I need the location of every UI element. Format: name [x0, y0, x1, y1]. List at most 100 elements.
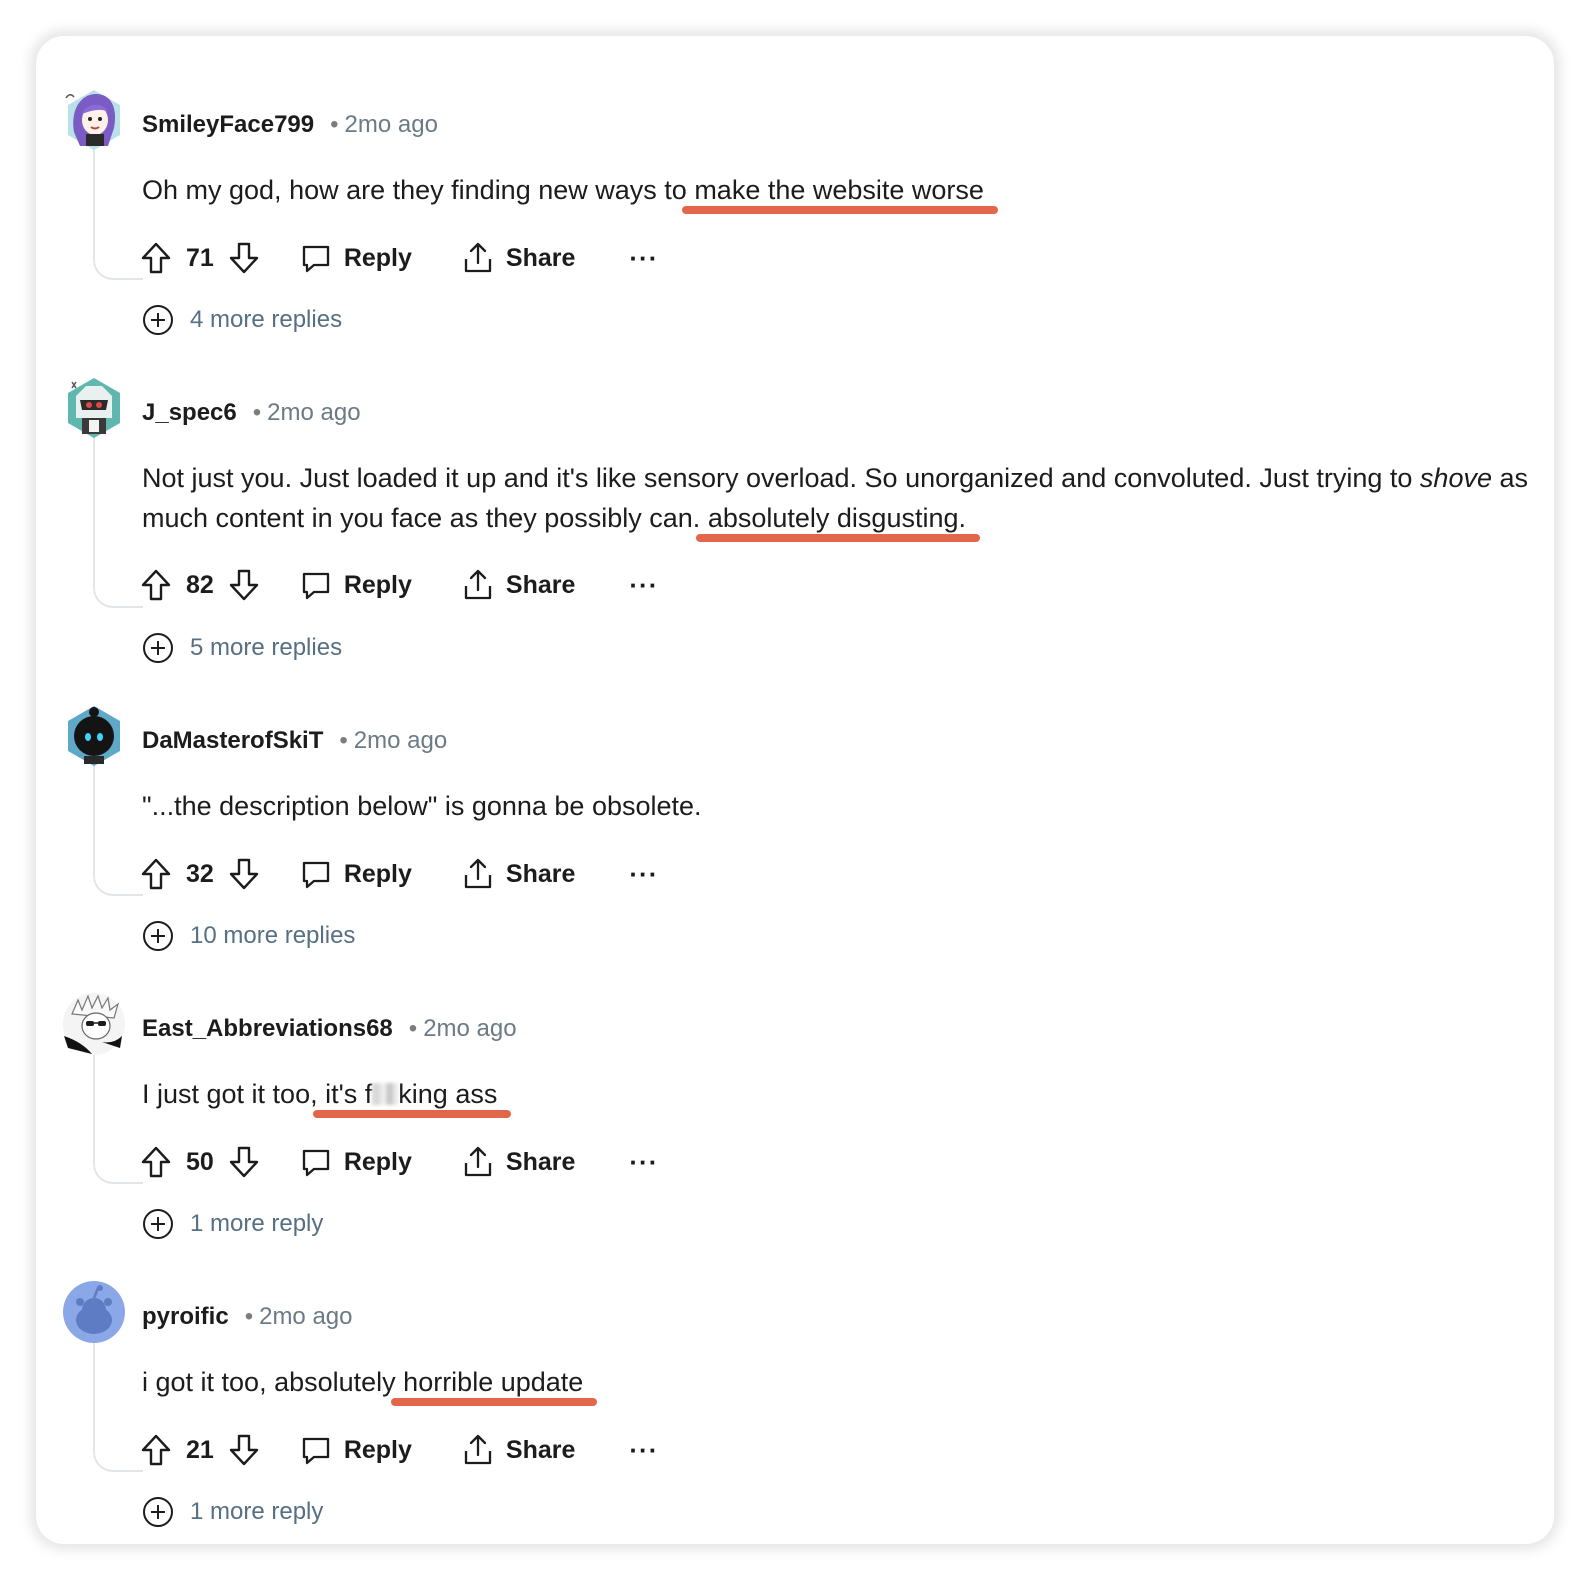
share-upload-icon	[464, 569, 492, 600]
comment-meta: DaMasterofSkiT • 2mo ago	[142, 724, 447, 758]
more-options-button[interactable]: ···	[629, 243, 658, 274]
upvote-button[interactable]	[140, 241, 172, 275]
plus-circle-icon	[142, 1496, 174, 1528]
highlighted-text-start: it's f	[325, 1079, 373, 1109]
avatar[interactable]	[62, 704, 126, 768]
comment: East_Abbreviations68 • 2mo ago I just got …	[36, 966, 1554, 1256]
comment-meta: East_Abbreviations68 • 2mo ago	[142, 1012, 517, 1046]
reply-button[interactable]: Reply	[300, 1146, 412, 1178]
share-button[interactable]: Share	[462, 857, 575, 891]
share-label: Share	[505, 243, 576, 272]
upvote-button[interactable]	[140, 857, 172, 891]
comment: J_spec6 • 2mo ago Not just you. Just loade…	[36, 350, 1554, 664]
more-options-button[interactable]: ···	[629, 570, 658, 601]
timestamp[interactable]: 2mo ago	[423, 1015, 516, 1042]
default-snoo-avatar	[63, 1281, 125, 1343]
plus-circle-icon	[142, 632, 174, 664]
thread-line[interactable]	[93, 1038, 143, 1184]
comment-body: I just got it too, it's f king ass	[142, 1074, 1542, 1114]
separator-dot: •	[244, 1303, 254, 1330]
username[interactable]: DaMasterofSkiT	[142, 727, 323, 754]
downvote-button[interactable]	[228, 1145, 260, 1179]
upvote-button[interactable]	[140, 568, 172, 602]
more-replies-label: 1 more reply	[190, 1210, 324, 1237]
purple-haired-girl-avatar	[65, 90, 120, 150]
thread-line[interactable]	[93, 1326, 143, 1472]
more-options-button[interactable]: ···	[629, 1435, 658, 1466]
username[interactable]: J_spec6	[142, 399, 237, 426]
more-replies-link[interactable]: 10 more replies	[142, 919, 355, 953]
robot-avatar	[68, 378, 120, 438]
upvote-arrow-icon	[141, 1146, 171, 1178]
highlighted-text: horrible update	[403, 1367, 584, 1397]
reply-label: Reply	[343, 859, 412, 888]
comment-text: Oh my god, how are they finding new ways…	[142, 175, 687, 205]
timestamp[interactable]: 2mo ago	[354, 727, 447, 754]
share-upload-icon	[464, 1146, 492, 1177]
comment-actions: 71 Reply Share ···	[140, 238, 658, 278]
downvote-arrow-icon	[229, 858, 259, 890]
share-upload-icon	[464, 1434, 492, 1465]
upvote-arrow-icon	[141, 1434, 171, 1466]
comment-body: Not just you. Just loaded it up and it's…	[142, 458, 1542, 538]
more-replies-link[interactable]: 1 more reply	[142, 1495, 323, 1529]
downvote-button[interactable]	[228, 568, 260, 602]
more-replies-link[interactable]: 4 more replies	[142, 303, 342, 337]
comment-bubble-icon	[302, 1437, 329, 1465]
comment-body: i got it too, absolutely horrible update	[142, 1362, 1542, 1402]
timestamp[interactable]: 2mo ago	[345, 111, 438, 138]
share-upload-icon	[464, 242, 492, 273]
comment: pyroific • 2mo ago i got it too, absolutel…	[36, 1254, 1554, 1544]
separator-dot: •	[252, 399, 262, 426]
comment-actions: 50 Reply Share ···	[140, 1142, 658, 1182]
comment-meta: J_spec6 • 2mo ago	[142, 396, 361, 430]
downvote-arrow-icon	[229, 1146, 259, 1178]
share-button[interactable]: Share	[462, 1145, 575, 1179]
share-label: Share	[505, 570, 576, 599]
avatar[interactable]	[62, 88, 126, 152]
avatar[interactable]	[62, 376, 126, 440]
more-options-button[interactable]: ···	[629, 859, 658, 890]
downvote-button[interactable]	[228, 1433, 260, 1467]
comment-text: Not just you. Just loaded it up and it's…	[142, 463, 1413, 493]
reply-button[interactable]: Reply	[300, 1434, 412, 1466]
share-upload-icon	[464, 858, 492, 889]
more-replies-link[interactable]: 5 more replies	[142, 631, 342, 665]
censored-blur	[372, 1083, 399, 1105]
more-replies-link[interactable]: 1 more reply	[142, 1207, 323, 1241]
share-button[interactable]: Share	[462, 1433, 575, 1467]
more-options-button[interactable]: ···	[629, 1147, 658, 1178]
thread-line[interactable]	[93, 134, 143, 280]
downvote-button[interactable]	[228, 241, 260, 275]
downvote-button[interactable]	[228, 857, 260, 891]
comment-bubble-icon	[302, 572, 329, 600]
reply-button[interactable]: Reply	[300, 858, 412, 890]
timestamp[interactable]: 2mo ago	[267, 399, 360, 426]
upvote-button[interactable]	[140, 1145, 172, 1179]
username[interactable]: SmileyFace799	[142, 111, 314, 138]
plus-circle-icon	[142, 304, 174, 336]
thread-line[interactable]	[93, 750, 143, 896]
comment-text: "...the description below" is gonna be o…	[142, 791, 702, 821]
reply-label: Reply	[343, 243, 412, 272]
separator-dot: •	[330, 111, 339, 138]
comment-actions: 82 Reply Share ···	[140, 565, 658, 605]
reply-label: Reply	[343, 1435, 412, 1464]
share-button[interactable]: Share	[462, 568, 575, 602]
reply-label: Reply	[343, 1147, 412, 1176]
more-replies-label: 10 more replies	[190, 922, 356, 949]
plus-circle-icon	[142, 1208, 174, 1240]
reply-button[interactable]: Reply	[300, 242, 412, 274]
avatar[interactable]	[62, 992, 126, 1056]
reply-button[interactable]: Reply	[300, 569, 412, 601]
comment-text: I just got it too,	[142, 1079, 318, 1109]
avatar[interactable]	[62, 1280, 126, 1344]
thread-line[interactable]	[93, 422, 143, 608]
comment: SmileyFace799 • 2mo ago Oh my god, how are…	[36, 62, 1554, 352]
username[interactable]: East_Abbreviations68	[142, 1015, 393, 1042]
timestamp[interactable]: 2mo ago	[259, 1303, 352, 1330]
upvote-button[interactable]	[140, 1433, 172, 1467]
share-button[interactable]: Share	[462, 241, 575, 275]
vote-score: 50	[186, 1147, 214, 1176]
username[interactable]: pyroific	[142, 1303, 229, 1330]
